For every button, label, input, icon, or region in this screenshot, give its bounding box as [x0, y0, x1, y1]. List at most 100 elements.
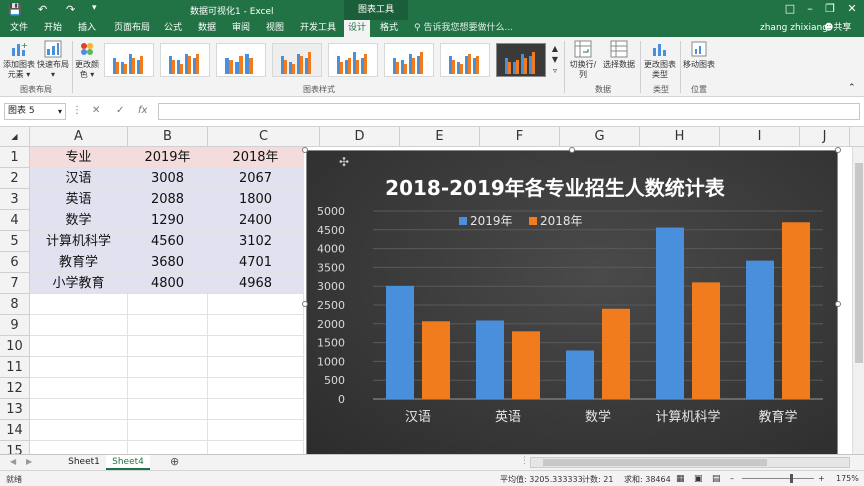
change-chart-type-button[interactable]: 更改图表类型	[642, 40, 678, 80]
row-header[interactable]: 12	[0, 378, 30, 399]
bar-2019-1[interactable]	[476, 320, 504, 399]
chart-style-8-selected[interactable]	[496, 43, 546, 77]
chart-style-2[interactable]	[160, 43, 210, 77]
empty-cell[interactable]	[208, 315, 304, 336]
scrollbar-thumb[interactable]	[543, 459, 767, 466]
row-header[interactable]: 9	[0, 315, 30, 336]
empty-cell[interactable]	[208, 357, 304, 378]
col-header-d[interactable]: D	[320, 127, 400, 147]
col-header-f[interactable]: F	[480, 127, 560, 147]
table-cell[interactable]: 数学	[30, 210, 128, 231]
tab-developer[interactable]: 开发工具	[294, 20, 342, 37]
col-header-g[interactable]: G	[560, 127, 640, 147]
undo-icon[interactable]: ↶	[38, 3, 47, 16]
share-button[interactable]: ☻共享	[824, 20, 851, 37]
cancel-icon[interactable]: ✕	[92, 105, 100, 116]
table-cell[interactable]: 4968	[208, 273, 304, 294]
quick-layout-button[interactable]: 快速布局 ▾	[36, 40, 70, 80]
formula-input[interactable]	[158, 103, 860, 120]
scroll-right-icon[interactable]: ▶	[26, 457, 32, 466]
empty-cell[interactable]	[208, 441, 304, 454]
sheet-tab-sheet1[interactable]: Sheet1	[62, 455, 106, 470]
maximize-icon[interactable]: ❐	[820, 2, 840, 15]
chart-style-7[interactable]	[440, 43, 490, 77]
tab-design[interactable]: 设计	[344, 20, 370, 37]
tab-view[interactable]: 视图	[260, 20, 290, 37]
chevron-down-icon[interactable]: ▾	[58, 104, 62, 119]
empty-cell[interactable]	[30, 399, 128, 420]
table-cell[interactable]: 2400	[208, 210, 304, 231]
ribbon-display-options-icon[interactable]: □	[780, 2, 800, 15]
bar-2019-0[interactable]	[386, 285, 414, 399]
bar-2018-1[interactable]	[512, 331, 540, 399]
empty-cell[interactable]	[208, 294, 304, 315]
scroll-left-icon[interactable]: ◀	[10, 457, 16, 466]
empty-cell[interactable]	[208, 336, 304, 357]
table-cell[interactable]: 4560	[128, 231, 208, 252]
zoom-in-icon[interactable]: +	[818, 474, 825, 483]
tab-data[interactable]: 数据	[192, 20, 222, 37]
resize-handle[interactable]	[302, 301, 308, 307]
empty-cell[interactable]	[208, 420, 304, 441]
chart-style-3[interactable]	[216, 43, 266, 77]
bar-2018-2[interactable]	[602, 308, 630, 399]
row-header[interactable]: 7	[0, 273, 30, 294]
page-break-view-icon[interactable]: ▤	[712, 474, 721, 484]
name-box[interactable]: 图表 5 ▾	[4, 103, 66, 120]
horizontal-scrollbar[interactable]	[530, 457, 850, 468]
close-icon[interactable]: ✕	[842, 2, 862, 15]
tab-file[interactable]: 文件	[4, 20, 34, 37]
row-header[interactable]: 11	[0, 357, 30, 378]
tab-page-layout[interactable]: 页面布局	[108, 20, 156, 37]
row-header[interactable]: 14	[0, 420, 30, 441]
table-cell[interactable]: 3680	[128, 252, 208, 273]
bar-2018-4[interactable]	[782, 222, 810, 399]
empty-cell[interactable]	[30, 315, 128, 336]
table-cell[interactable]: 教育学	[30, 252, 128, 273]
sheet-tab-sheet4[interactable]: Sheet4	[106, 455, 150, 470]
empty-cell[interactable]	[30, 420, 128, 441]
resize-handle[interactable]	[569, 147, 575, 153]
zoom-slider[interactable]	[742, 478, 814, 479]
table-cell[interactable]: 计算机科学	[30, 231, 128, 252]
bar-2018-0[interactable]	[422, 321, 450, 399]
select-all-corner[interactable]: ◢	[0, 127, 30, 147]
zoom-slider-thumb[interactable]	[790, 474, 793, 483]
table-header-cell[interactable]: 2019年	[128, 147, 208, 168]
empty-cell[interactable]	[30, 441, 128, 454]
scrollbar-thumb[interactable]	[855, 163, 863, 363]
empty-cell[interactable]	[128, 294, 208, 315]
col-header-a[interactable]: A	[30, 127, 128, 147]
page-layout-view-icon[interactable]: ▣	[694, 474, 703, 484]
resize-handle[interactable]	[835, 301, 841, 307]
table-cell[interactable]: 小学教育	[30, 273, 128, 294]
user-name[interactable]: zhang zhixiang	[760, 20, 828, 37]
resize-handle[interactable]	[835, 147, 841, 153]
col-header-h[interactable]: H	[640, 127, 720, 147]
empty-cell[interactable]	[208, 378, 304, 399]
table-cell[interactable]: 汉语	[30, 168, 128, 189]
empty-cell[interactable]	[208, 399, 304, 420]
row-header[interactable]: 8	[0, 294, 30, 315]
table-cell[interactable]: 1290	[128, 210, 208, 231]
row-header[interactable]: 1	[0, 147, 30, 168]
empty-cell[interactable]	[30, 378, 128, 399]
zoom-out-icon[interactable]: –	[730, 474, 734, 483]
row-header[interactable]: 15	[0, 441, 30, 454]
tab-formulas[interactable]: 公式	[158, 20, 188, 37]
empty-cell[interactable]	[128, 315, 208, 336]
zoom-level[interactable]: 175%	[836, 474, 859, 483]
col-header-i[interactable]: I	[720, 127, 800, 147]
chart-style-4[interactable]	[272, 43, 322, 77]
tell-me-search[interactable]: ⚲ 告诉我您想要做什么...	[414, 20, 513, 37]
bar-2018-3[interactable]	[692, 282, 720, 399]
row-header[interactable]: 4	[0, 210, 30, 231]
table-cell[interactable]: 4800	[128, 273, 208, 294]
col-header-b[interactable]: B	[128, 127, 208, 147]
switch-row-column-button[interactable]: 切换行/列	[566, 40, 600, 80]
add-sheet-icon[interactable]: ⊕	[170, 455, 179, 468]
row-header[interactable]: 10	[0, 336, 30, 357]
col-header-e[interactable]: E	[400, 127, 480, 147]
move-chart-button[interactable]: 移动图表	[682, 40, 716, 70]
tab-home[interactable]: 开始	[38, 20, 68, 37]
